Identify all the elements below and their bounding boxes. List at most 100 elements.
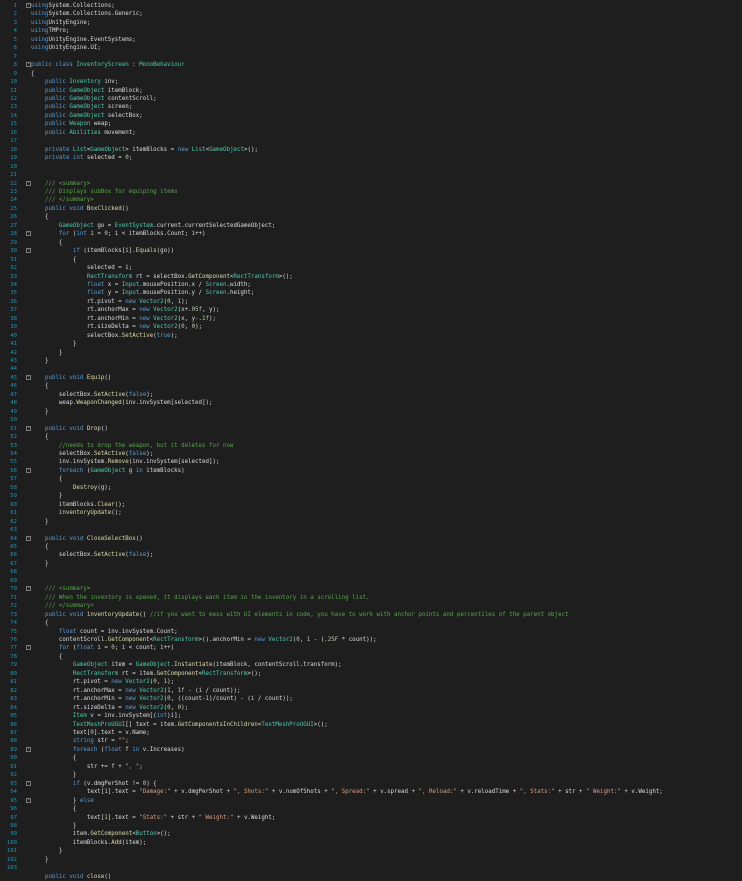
code-line[interactable]: 3 usingUnityEngine; <box>0 19 742 27</box>
code-line[interactable]: 69 <box>0 577 742 585</box>
code-line[interactable]: 30- if (itemBlocks[i].Equals(go)) <box>0 247 742 255</box>
code-line[interactable]: 16 public Abilities movement; <box>0 129 742 137</box>
code-line[interactable]: 40 selectBox.SetActive(true); <box>0 332 742 340</box>
code-line[interactable]: 18 private List<GameObject> itemBlocks =… <box>0 146 742 154</box>
code-line[interactable]: 56- foreach (GameObject g in itemBlocks) <box>0 467 742 475</box>
code-line[interactable]: 100 itemBlocks.Add(item); <box>0 839 742 847</box>
code-line[interactable]: 90 { <box>0 754 742 762</box>
code-line[interactable]: 57 { <box>0 475 742 483</box>
code-line[interactable]: public void close() <box>0 873 742 881</box>
code-line[interactable]: 68 <box>0 568 742 576</box>
code-lines[interactable]: 1- usingSystem.Collections; 2 usingSystem.C… <box>0 2 742 881</box>
code-line[interactable]: 65 { <box>0 543 742 551</box>
code-line[interactable]: 6 usingUnityEngine.UI; <box>0 44 742 52</box>
code-line[interactable]: 78 { <box>0 653 742 661</box>
code-line[interactable]: 2 usingSystem.Collections.Generic; <box>0 10 742 18</box>
code-line[interactable]: 45- public void Equip() <box>0 374 742 382</box>
code-line[interactable]: 34 float x = Input.mousePosition.x / Scr… <box>0 281 742 289</box>
code-line[interactable]: 36 rt.pivot = new Vector2(0, 1); <box>0 298 742 306</box>
code-line[interactable]: 28- for (int i = 0; i < itemBlocks.Count… <box>0 230 742 238</box>
code-line[interactable]: 29 { <box>0 239 742 247</box>
code-line[interactable]: 12 public GameObject contentScroll; <box>0 95 742 103</box>
code-line[interactable]: 24 /// </summary> <box>0 196 742 204</box>
code-line[interactable]: 97 text[1].text = "Stats:" + str + " Wei… <box>0 814 742 822</box>
code-line[interactable]: 32 selected = i; <box>0 264 742 272</box>
code-line[interactable]: 99 item.GetComponent<Button>(); <box>0 830 742 838</box>
code-line[interactable]: 37 rt.anchorMax = new Vector2(x+.05f, y)… <box>0 306 742 314</box>
code-line[interactable]: 93- if (v.dmgPerShot != 0) { <box>0 780 742 788</box>
code-line[interactable]: 72 /// </summary> <box>0 602 742 610</box>
code-line[interactable]: 64- public void CloseSelectBox() <box>0 535 742 543</box>
code-line[interactable]: 15 public Weapon weap; <box>0 120 742 128</box>
code-line[interactable]: 44 <box>0 365 742 373</box>
code-line[interactable]: 96 { <box>0 805 742 813</box>
code-line[interactable]: 19 private int selected = 0; <box>0 154 742 162</box>
code-line[interactable]: 54 selectBox.SetActive(false); <box>0 450 742 458</box>
code-line[interactable]: 17 <box>0 137 742 145</box>
code-line[interactable]: 84 rt.sizeDelta = new Vector2(0, 0); <box>0 704 742 712</box>
code-line[interactable]: 62 } <box>0 518 742 526</box>
code-line[interactable]: 22- /// <summary> <box>0 180 742 188</box>
code-line[interactable]: 83 rt.anchorMin = new Vector2(0, ((count… <box>0 695 742 703</box>
code-editor[interactable]: 1- usingSystem.Collections; 2 usingSystem.C… <box>0 0 742 881</box>
code-line[interactable]: 87 text[0].text = v.Name; <box>0 729 742 737</box>
code-line[interactable]: 9{ <box>0 70 742 78</box>
code-line[interactable]: 86 TextMeshProUGUI[] text = item.GetComp… <box>0 721 742 729</box>
code-line[interactable]: 101 } <box>0 847 742 855</box>
code-line[interactable]: 38 rt.anchorMin = new Vector2(x, y-.1f); <box>0 315 742 323</box>
code-line[interactable]: 75 float count = inv.invSystem.Count; <box>0 628 742 636</box>
code-line[interactable]: 13 public GameObject screen; <box>0 103 742 111</box>
code-line[interactable]: 70- /// <summary> <box>0 585 742 593</box>
code-line[interactable]: 94 text[1].text = "Damage:" + v.dmgPerSh… <box>0 788 742 796</box>
code-line[interactable]: 74 { <box>0 619 742 627</box>
code-line[interactable]: 66 selectBox.SetActive(false); <box>0 551 742 559</box>
code-line[interactable]: 88 string str = ""; <box>0 737 742 745</box>
code-line[interactable]: 31 { <box>0 256 742 264</box>
code-line[interactable]: 11 public GameObject itemBlock; <box>0 87 742 95</box>
code-line[interactable]: 23 /// Displays subBox for equiping item… <box>0 188 742 196</box>
code-line[interactable]: 10 public Inventory inv; <box>0 78 742 86</box>
code-line[interactable]: 41 } <box>0 340 742 348</box>
code-line[interactable]: 25 public void BoxClicked() <box>0 205 742 213</box>
code-line[interactable]: 21 <box>0 171 742 179</box>
code-line[interactable]: 102 } <box>0 856 742 864</box>
code-line[interactable]: 80 RectTransform rt = item.GetComponent<… <box>0 670 742 678</box>
code-line[interactable]: 42 } <box>0 349 742 357</box>
code-line[interactable]: 20 <box>0 163 742 171</box>
code-line[interactable]: 95- } else <box>0 797 742 805</box>
code-line[interactable]: 98 } <box>0 822 742 830</box>
code-line[interactable]: 91 str += f + ", "; <box>0 763 742 771</box>
code-line[interactable]: 1- usingSystem.Collections; <box>0 2 742 10</box>
code-line[interactable]: 89- foreach (float f in v.Increases) <box>0 746 742 754</box>
code-line[interactable]: 39 rt.sizeDelta = new Vector2(0, 0); <box>0 323 742 331</box>
code-line[interactable]: 71 /// When the inventory is opened, it … <box>0 594 742 602</box>
code-line[interactable]: 7 <box>0 53 742 61</box>
code-line[interactable]: 53 //needs to drop the weapon, but it de… <box>0 442 742 450</box>
code-line[interactable]: 82 rt.anchorMax = new Vector2(1, 1f - (i… <box>0 687 742 695</box>
code-line[interactable]: 51- public void Drop() <box>0 425 742 433</box>
code-line[interactable]: 92 } <box>0 771 742 779</box>
code-line[interactable]: 58 Destroy(g); <box>0 484 742 492</box>
code-line[interactable]: 73 public void inventoryUpdate() //if yo… <box>0 611 742 619</box>
code-line[interactable]: 46 { <box>0 382 742 390</box>
code-line[interactable]: 48 weap.WeaponChanged(inv.invSystem[sele… <box>0 399 742 407</box>
code-line[interactable]: 55 inv.invSystem.Remove(inv.invSystem[se… <box>0 458 742 466</box>
code-line[interactable]: 63 <box>0 526 742 534</box>
code-line[interactable]: 60 itemBlocks.Clear(); <box>0 501 742 509</box>
code-line[interactable]: 49 } <box>0 408 742 416</box>
code-line[interactable]: 4 usingTMPro; <box>0 27 742 35</box>
code-line[interactable]: 67 } <box>0 560 742 568</box>
code-line[interactable]: 27 GameObject go = EventSystem.current.c… <box>0 222 742 230</box>
code-line[interactable]: 35 float y = Input.mousePosition.y / Scr… <box>0 289 742 297</box>
code-line[interactable]: 79 GameObject item = GameObject.Instanti… <box>0 661 742 669</box>
code-line[interactable]: 76 contentScroll.GetComponent<RectTransf… <box>0 636 742 644</box>
code-line[interactable]: 47 selectBox.SetActive(false); <box>0 391 742 399</box>
code-line[interactable]: 8- public class InventoryScreen : MonoBeh… <box>0 61 742 69</box>
code-line[interactable]: 59 } <box>0 492 742 500</box>
code-line[interactable]: 52 { <box>0 433 742 441</box>
code-line[interactable]: 43 } <box>0 357 742 365</box>
code-line[interactable]: 85 Item v = inv.invSystem[(int)i]; <box>0 712 742 720</box>
code-line[interactable]: 77- for (float i = 0; i < count; i++) <box>0 644 742 652</box>
code-line[interactable]: 33 RectTransform rt = selectBox.GetCompo… <box>0 273 742 281</box>
code-line[interactable]: 61 inventoryUpdate(); <box>0 509 742 517</box>
